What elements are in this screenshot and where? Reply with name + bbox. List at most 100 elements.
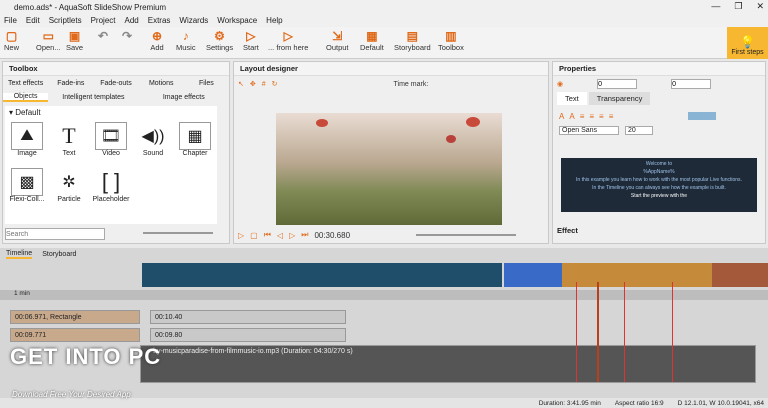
menu-scriptlets[interactable]: Scriptlets bbox=[49, 16, 82, 25]
output-button[interactable]: ⇲ Output bbox=[326, 29, 349, 52]
toolbox-button[interactable]: ▥ Toolbox bbox=[438, 29, 464, 52]
track-text-1[interactable]: 00:10.40 bbox=[150, 310, 346, 324]
font-size-select[interactable]: 20 bbox=[625, 126, 653, 135]
menu-help[interactable]: Help bbox=[266, 16, 282, 25]
sound-icon: ◀)) bbox=[137, 122, 169, 150]
new-button[interactable]: ▢ New bbox=[4, 29, 19, 52]
time-mark-label: Time mark: bbox=[393, 80, 429, 88]
last-icon[interactable]: ⏭ bbox=[301, 230, 308, 240]
object-chapter[interactable]: ▦ Chapter bbox=[175, 122, 215, 157]
save-icon: ▣ bbox=[68, 29, 81, 43]
track-text-2[interactable]: 00:09.80 bbox=[150, 328, 346, 342]
status-version: D 12.1.01, W 10.0.19041, x64 bbox=[677, 399, 764, 407]
add-icon: ⊕ bbox=[151, 29, 163, 43]
toolbox-title: Toolbox bbox=[3, 62, 229, 76]
tab-motions[interactable]: Motions bbox=[139, 80, 184, 87]
object-image[interactable]: ⛰ Image bbox=[7, 122, 47, 157]
thumbnail-red[interactable] bbox=[712, 263, 768, 287]
menu-add[interactable]: Add bbox=[125, 16, 139, 25]
tab-transparency[interactable]: Transparency bbox=[588, 92, 651, 105]
first-icon[interactable]: ⏮ bbox=[264, 230, 271, 240]
time-ruler[interactable]: 1 min bbox=[0, 290, 768, 300]
rotation-field[interactable] bbox=[597, 79, 638, 89]
preview-canvas[interactable] bbox=[276, 113, 502, 225]
next-icon[interactable]: ▷ bbox=[289, 231, 295, 240]
object-particle[interactable]: ✲ Particle bbox=[49, 168, 89, 203]
watermark-tagline: Download Free Your Desired App bbox=[12, 390, 131, 399]
start-button[interactable]: ▷ Start bbox=[243, 29, 259, 52]
rotate-icon[interactable]: ↻ bbox=[272, 80, 278, 88]
thumbnail-warm[interactable] bbox=[562, 263, 712, 287]
first-steps-button[interactable]: 💡 First steps bbox=[727, 27, 768, 59]
from-here-button[interactable]: ▷... from here bbox=[268, 29, 308, 52]
position-field[interactable] bbox=[671, 79, 712, 89]
audio-track[interactable]: ...-by-musicparadise-from-filmmusic-io.m… bbox=[140, 345, 756, 383]
play-icon[interactable]: ▷ bbox=[238, 231, 244, 240]
align-center-icon[interactable]: ≡ bbox=[589, 112, 594, 121]
settings-button[interactable]: ⚙ Settings bbox=[206, 29, 233, 52]
tab-text-effects[interactable]: Text effects bbox=[3, 80, 48, 87]
tab-storyboard[interactable]: Storyboard bbox=[42, 251, 76, 258]
zoom-slider[interactable] bbox=[143, 232, 213, 234]
text-preview[interactable]: Welcome to %AppName% In this example you… bbox=[561, 158, 757, 212]
menu-project[interactable]: Project bbox=[91, 16, 116, 25]
font-style-icon[interactable]: A bbox=[559, 112, 564, 121]
track-rectangle[interactable]: 00:06.971, Rectangle bbox=[10, 310, 140, 324]
object-flexi-collage[interactable]: ▩ Flexi-Coll... bbox=[7, 168, 47, 203]
tab-objects[interactable]: Objects bbox=[3, 92, 49, 102]
tab-text[interactable]: Text bbox=[557, 92, 587, 105]
music-button[interactable]: ♪ Music bbox=[176, 29, 196, 52]
grid-icon[interactable]: # bbox=[262, 81, 266, 88]
menu-extras[interactable]: Extras bbox=[148, 16, 171, 25]
align-right-icon[interactable]: ≡ bbox=[599, 112, 604, 121]
menu-wizards[interactable]: Wizards bbox=[179, 16, 208, 25]
menu-edit[interactable]: Edit bbox=[26, 16, 40, 25]
minimize-button[interactable]: — bbox=[711, 1, 720, 12]
tab-fade-outs[interactable]: Fade-outs bbox=[93, 80, 138, 87]
menu-file[interactable]: File bbox=[4, 16, 17, 25]
tab-image-effects[interactable]: Image effects bbox=[139, 94, 229, 101]
toolbox-search-input[interactable] bbox=[5, 228, 105, 240]
cursor-icon[interactable]: ↖ bbox=[238, 80, 244, 88]
object-text[interactable]: T Text bbox=[49, 122, 89, 157]
image-icon: ⛰ bbox=[11, 122, 43, 150]
tab-fade-ins[interactable]: Fade-ins bbox=[48, 80, 93, 87]
properties-tabs: Text Transparency bbox=[553, 92, 765, 105]
track-layer[interactable]: 00:09.771 bbox=[10, 328, 140, 342]
status-aspect-ratio: Aspect ratio 16:9 bbox=[614, 399, 664, 407]
prev-icon[interactable]: ◁ bbox=[277, 231, 283, 240]
tab-timeline[interactable]: Timeline bbox=[6, 250, 33, 259]
menu-workspace[interactable]: Workspace bbox=[217, 16, 257, 25]
preview-zoom-slider[interactable] bbox=[416, 234, 517, 236]
undo-icon: ↶ bbox=[97, 29, 109, 43]
save-button[interactable]: ▣ Save bbox=[66, 29, 83, 52]
move-icon[interactable]: ✥ bbox=[250, 80, 256, 88]
open-button[interactable]: ▭ Open... bbox=[36, 29, 61, 52]
undo-button[interactable]: ↶ bbox=[96, 29, 110, 43]
thumbnail-strip[interactable] bbox=[142, 263, 502, 287]
close-button[interactable]: ✕ bbox=[756, 1, 764, 12]
align-left-icon[interactable]: ≡ bbox=[580, 112, 585, 121]
redo-button[interactable]: ↷ bbox=[120, 29, 134, 43]
poppy-decoration bbox=[466, 117, 480, 127]
thumbnail-blue[interactable] bbox=[504, 263, 562, 287]
text-color-swatch[interactable] bbox=[688, 112, 717, 120]
tab-files[interactable]: Files bbox=[184, 80, 229, 87]
playhead[interactable] bbox=[597, 282, 599, 382]
toolbox-tabs-row2: Objects Intelligent templates Image effe… bbox=[3, 90, 229, 104]
object-placeholder[interactable]: [ ] Placeholder bbox=[91, 168, 131, 203]
font-select[interactable]: Open Sans bbox=[559, 126, 619, 135]
add-button[interactable]: ⊕ Add bbox=[150, 29, 164, 52]
eye-icon[interactable]: ◉ bbox=[557, 80, 563, 88]
justify-icon[interactable]: ≡ bbox=[609, 112, 614, 121]
watermark-logo: GET INTO PC bbox=[10, 344, 162, 369]
tab-intelligent-templates[interactable]: Intelligent templates bbox=[48, 94, 138, 101]
object-video[interactable]: 🎞 Video bbox=[91, 122, 131, 157]
object-sound[interactable]: ◀)) Sound bbox=[133, 122, 173, 157]
default-button[interactable]: ▦ Default bbox=[360, 29, 384, 52]
playback-controls: ▷ ▢ ⏮ ◁ ▷ ⏭ 00:30.680 bbox=[234, 228, 548, 242]
italic-icon[interactable]: A bbox=[569, 112, 574, 121]
storyboard-button[interactable]: ▤ Storyboard bbox=[394, 29, 431, 52]
maximize-button[interactable]: ❐ bbox=[734, 1, 742, 12]
stop-icon[interactable]: ▢ bbox=[250, 231, 258, 240]
